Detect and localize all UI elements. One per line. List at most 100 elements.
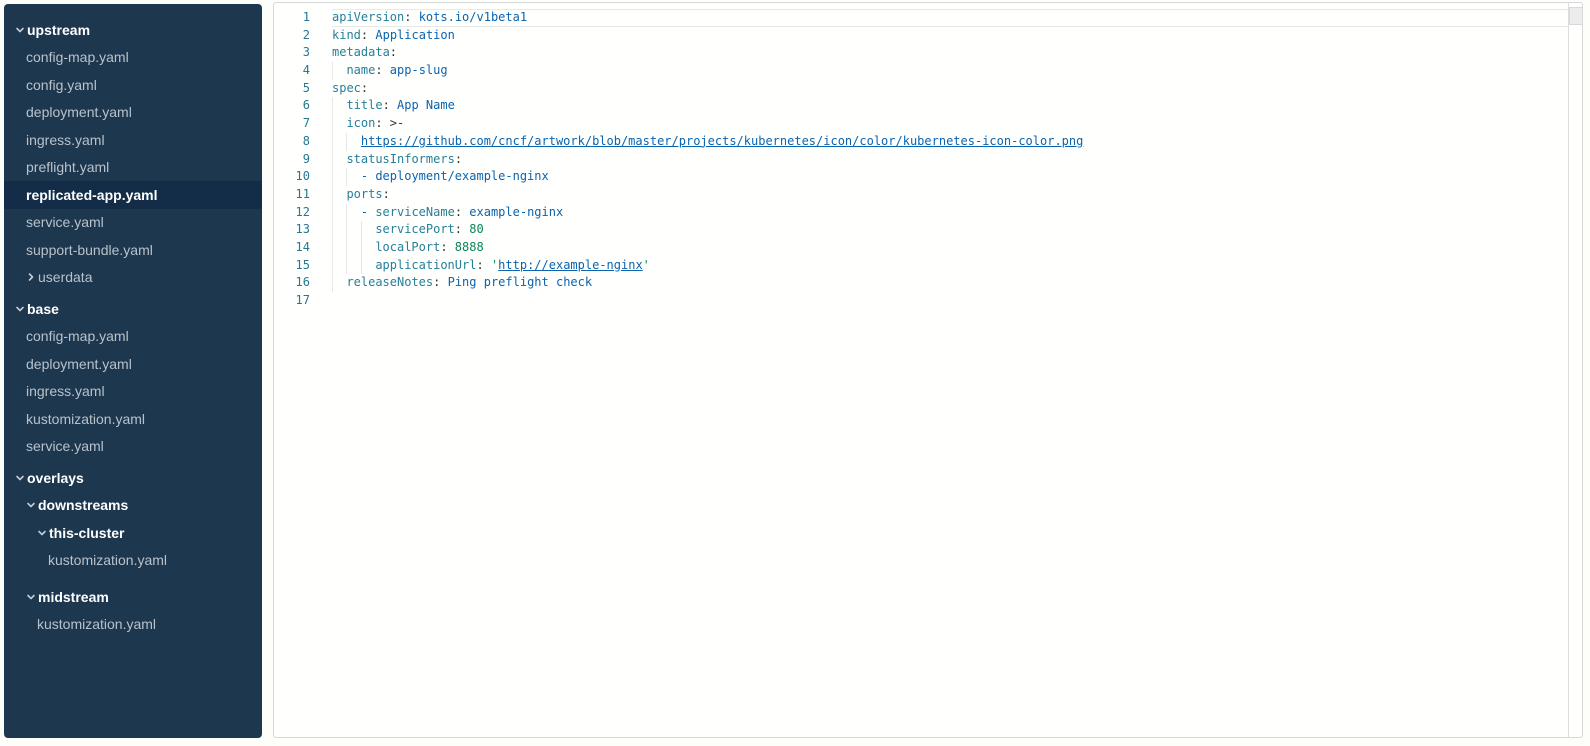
sidebar-item-base[interactable]: base [4, 295, 262, 323]
code-token-value: kots.io/v1beta1 [411, 10, 527, 24]
code-line-7[interactable]: icon: >- [332, 115, 1568, 133]
indent-guide [332, 133, 346, 151]
code-line-14[interactable]: localPort: 8888 [332, 239, 1568, 257]
sidebar-item-downstreams[interactable]: downstreams [4, 492, 262, 520]
tree-item-label: kustomization.yaml [48, 552, 167, 568]
code-token-value: App Name [390, 98, 455, 112]
code-link[interactable]: http://example-nginx [498, 258, 643, 272]
code-token-num: 80 [462, 222, 484, 236]
code-line-12[interactable]: - serviceName: example-nginx [332, 204, 1568, 222]
indent-guide [332, 221, 346, 239]
sidebar-item-upstream[interactable]: upstream [4, 16, 262, 44]
file-tree-sidebar: upstream config-map.yaml config.yaml deploy… [4, 4, 262, 738]
line-number: 2 [274, 27, 310, 45]
sidebar-item-config-map-yaml[interactable]: config-map.yaml [4, 323, 262, 351]
sidebar-item-midstream[interactable]: midstream [4, 583, 262, 611]
code-line-4[interactable]: name: app-slug [332, 62, 1568, 80]
code-line-5[interactable]: spec: [332, 80, 1568, 98]
editor-scrollbar[interactable] [1568, 3, 1582, 737]
code-line-8[interactable]: https://github.com/cncf/artwork/blob/mas… [332, 133, 1568, 151]
code-line-3[interactable]: metadata: [332, 44, 1568, 62]
code-token-value: - [361, 205, 375, 219]
code-line-17[interactable] [332, 292, 1568, 310]
code-token-key: ports [346, 187, 382, 201]
indent-guide [332, 186, 346, 204]
code-token-value: - deployment/example-nginx [361, 169, 549, 183]
line-number: 7 [274, 115, 310, 133]
tree-item-label: config.yaml [26, 77, 97, 93]
code-link[interactable]: https://github.com/cncf/artwork/blob/mas… [361, 134, 1083, 148]
tree-item-label: service.yaml [26, 438, 104, 454]
indent-guide [346, 133, 360, 151]
sidebar-item-support-bundle-yaml[interactable]: support-bundle.yaml [4, 236, 262, 264]
code-line-10[interactable]: - deployment/example-nginx [332, 168, 1568, 186]
code-line-15[interactable]: applicationUrl: 'http://example-nginx' [332, 257, 1568, 275]
code-token-key: servicePort [375, 222, 454, 236]
sidebar-item-ingress-yaml[interactable]: ingress.yaml [4, 378, 262, 406]
indent-guide [346, 257, 360, 275]
indent-guide [332, 204, 346, 222]
sidebar-item-preflight-yaml[interactable]: preflight.yaml [4, 154, 262, 182]
code-token-key: icon [346, 116, 375, 130]
code-token-value: Ping preflight check [440, 275, 592, 289]
chevron-down-icon [15, 25, 27, 35]
indent-guide [361, 257, 375, 275]
code-token-key: metadata [332, 45, 390, 59]
editor-code-area[interactable]: apiVersion: kots.io/v1beta1kind: Applica… [332, 3, 1568, 737]
tree-item-label: deployment.yaml [26, 356, 132, 372]
code-token-punct: : [361, 81, 368, 95]
sidebar-item-kustomization-yaml[interactable]: kustomization.yaml [4, 405, 262, 433]
indent-guide [346, 221, 360, 239]
tree-item-label: midstream [38, 589, 109, 605]
line-number: 6 [274, 97, 310, 115]
code-line-2[interactable]: kind: Application [332, 27, 1568, 45]
sidebar-item-config-map-yaml[interactable]: config-map.yaml [4, 44, 262, 72]
code-token-key: apiVersion [332, 10, 404, 24]
tree-item-label: ingress.yaml [26, 132, 105, 148]
tree-item-label: base [27, 301, 59, 317]
tree-item-label: this-cluster [49, 525, 124, 541]
code-token-punct: : [455, 152, 462, 166]
line-number: 15 [274, 257, 310, 275]
sidebar-item-overlays[interactable]: overlays [4, 464, 262, 492]
indent-guide [346, 204, 360, 222]
chevron-down-icon [15, 304, 27, 314]
sidebar-item-userdata[interactable]: userdata [4, 264, 262, 292]
code-line-13[interactable]: servicePort: 80 [332, 221, 1568, 239]
sidebar-item-config-yaml[interactable]: config.yaml [4, 71, 262, 99]
code-line-6[interactable]: title: App Name [332, 97, 1568, 115]
sidebar-item-ingress-yaml[interactable]: ingress.yaml [4, 126, 262, 154]
code-line-16[interactable]: releaseNotes: Ping preflight check [332, 274, 1568, 292]
sidebar-item-kustomization-yaml[interactable]: kustomization.yaml [4, 611, 262, 639]
code-token-value: app-slug [383, 63, 448, 77]
line-number: 11 [274, 186, 310, 204]
code-token-punct: : [375, 63, 382, 77]
code-token-key: title [346, 98, 382, 112]
line-number: 3 [274, 44, 310, 62]
code-token-punct: : [440, 240, 447, 254]
sidebar-item-replicated-app-yaml[interactable]: replicated-app.yaml [4, 181, 262, 209]
code-token-punct: : [476, 258, 483, 272]
code-token-key: applicationUrl [375, 258, 476, 272]
sidebar-item-service-yaml[interactable]: service.yaml [4, 209, 262, 237]
indent-guide [361, 239, 375, 257]
tree-item-label: deployment.yaml [26, 104, 132, 120]
code-token-punct: : [455, 205, 462, 219]
tree-item-label: preflight.yaml [26, 159, 109, 175]
code-line-11[interactable]: ports: [332, 186, 1568, 204]
chevron-down-icon [15, 473, 27, 483]
code-token-punct: : [390, 45, 397, 59]
code-line-9[interactable]: statusInformers: [332, 151, 1568, 169]
line-number: 10 [274, 168, 310, 186]
line-number: 1 [274, 9, 310, 27]
sidebar-item-deployment-yaml[interactable]: deployment.yaml [4, 350, 262, 378]
code-token-key: releaseNotes [346, 275, 433, 289]
sidebar-item-service-yaml[interactable]: service.yaml [4, 433, 262, 461]
tree-item-label: upstream [27, 22, 90, 38]
code-line-1[interactable]: apiVersion: kots.io/v1beta1 [332, 9, 1568, 27]
sidebar-item-this-cluster[interactable]: this-cluster [4, 519, 262, 547]
code-token-key: localPort [375, 240, 440, 254]
sidebar-item-deployment-yaml[interactable]: deployment.yaml [4, 99, 262, 127]
sidebar-item-kustomization-yaml[interactable]: kustomization.yaml [4, 547, 262, 575]
chevron-right-icon [26, 272, 38, 282]
